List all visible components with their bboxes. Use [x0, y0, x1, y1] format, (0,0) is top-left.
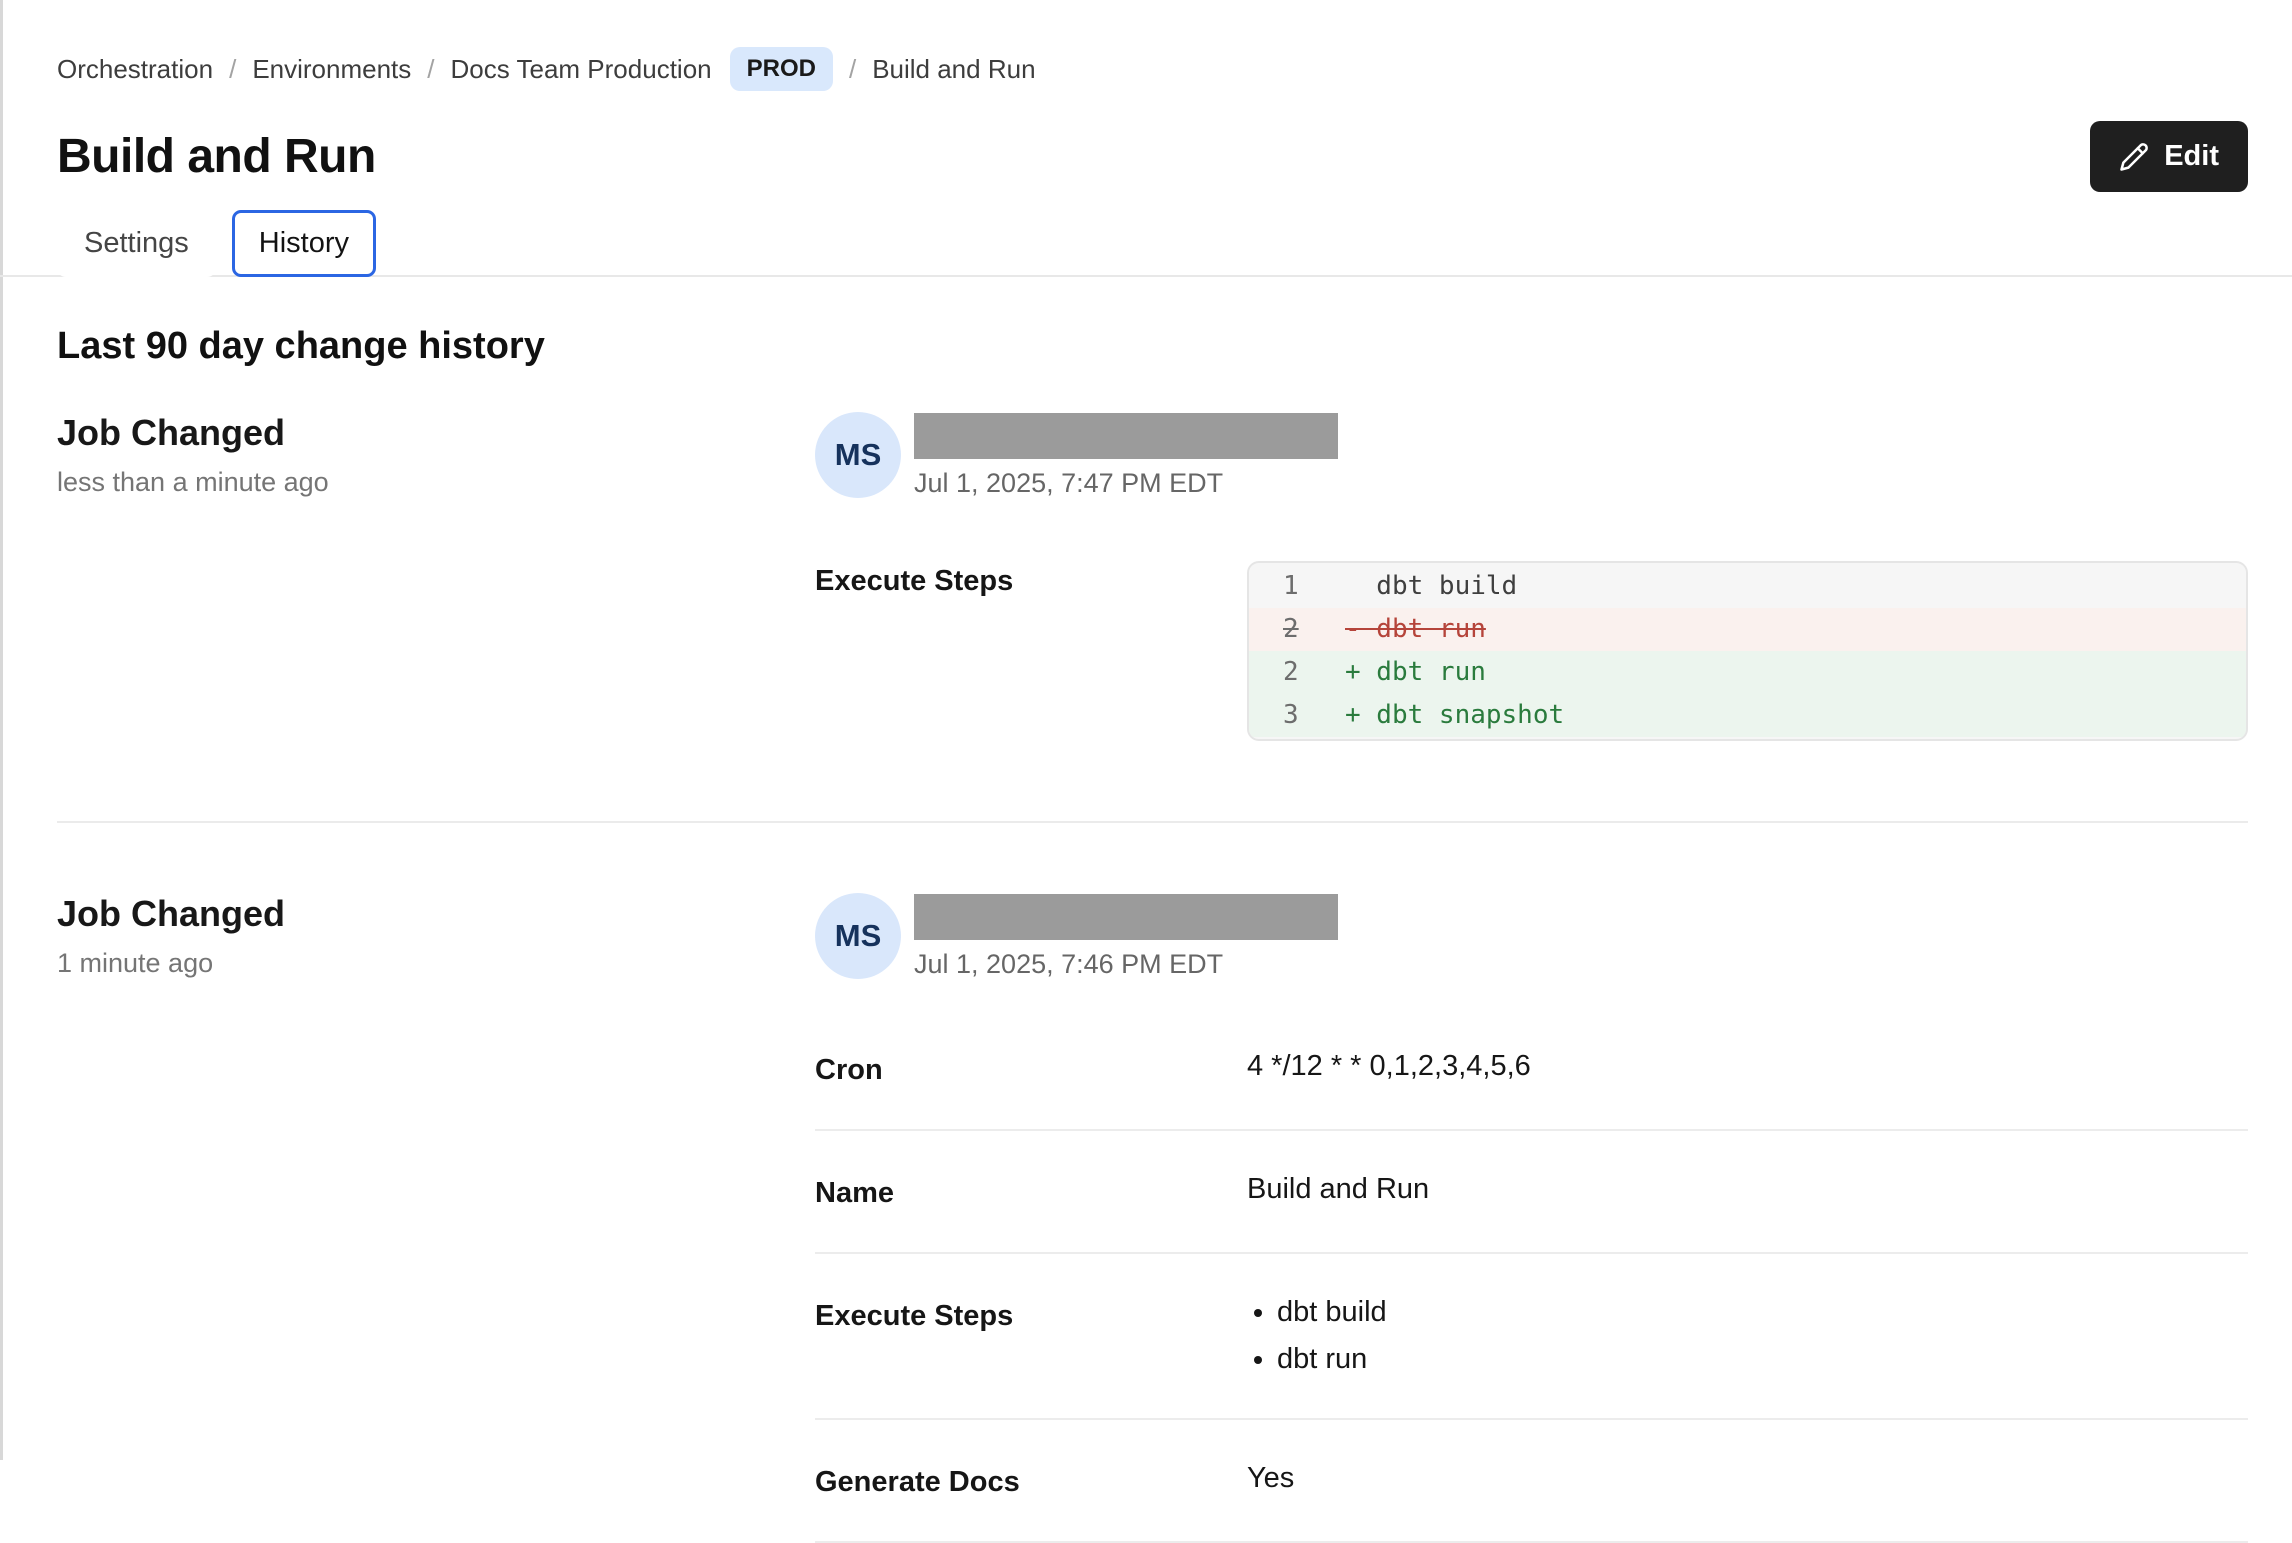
redacted-name-bar — [914, 413, 1338, 459]
entry-detail: MSJul 1, 2025, 7:47 PM EDTExecute Steps1… — [815, 412, 2248, 741]
history-entry: Job Changed less than a minute agoMS Jul 1… — [57, 412, 2248, 741]
pencil-icon — [2119, 142, 2149, 172]
edit-button-label: Edit — [2164, 140, 2219, 173]
diff-line-number: 2 — [1283, 651, 1345, 694]
event-timestamp: Jul 1, 2025, 7:47 PM EDT — [914, 468, 1338, 499]
breadcrumb-separator: / — [427, 54, 434, 85]
event-title: Job Changed — [57, 893, 815, 935]
event-time-ago: 1 minute ago — [57, 948, 815, 979]
detail-row: Cron4 */12 * * 0,1,2,3,4,5,6 — [815, 1050, 2248, 1131]
field-value: Yes — [1247, 1462, 1294, 1499]
diff-line-code: dbt build — [1345, 571, 1517, 601]
event-time-ago: less than a minute ago — [57, 467, 815, 498]
edit-button[interactable]: Edit — [2090, 121, 2248, 192]
entry-summary: Job Changed 1 minute ago — [57, 893, 815, 1543]
field-value: dbt build dbt run — [1247, 1296, 1387, 1376]
breadcrumb-item-docs-team-production[interactable]: Docs Team Production — [451, 54, 712, 85]
tab-bar: SettingsHistory — [57, 210, 2248, 277]
environment-badge: PROD — [730, 47, 833, 91]
event-title: Job Changed — [57, 412, 815, 454]
breadcrumb-item-environments[interactable]: Environments — [252, 54, 411, 85]
breadcrumb: Orchestration / Environments / Docs Team Pro… — [57, 47, 2248, 91]
page-title: Build and Run — [57, 129, 376, 184]
page-header: Build and Run Edit — [57, 121, 2248, 192]
diff-line-context: 1 dbt build — [1249, 565, 2246, 608]
detail-row: Generate DocsYes — [815, 1420, 2248, 1543]
entry-detail: MS Jul 1, 2025, 7:46 PM EDT Cron4 */12 * *… — [815, 893, 2248, 1543]
diff-line-number: 2 — [1283, 608, 1345, 651]
tab-history[interactable]: History — [232, 210, 376, 277]
diff-field-row: Execute Steps1 dbt build2- dbt run2+ dbt… — [815, 561, 2248, 741]
diff-line-code: + dbt snapshot — [1345, 700, 1564, 730]
avatar: MS — [815, 412, 901, 498]
breadcrumb-separator: / — [849, 54, 856, 85]
field-value: 4 */12 * * 0,1,2,3,4,5,6 — [1247, 1050, 1531, 1087]
field-label: Cron — [815, 1050, 1247, 1087]
diff-line-number: 1 — [1283, 565, 1345, 608]
field-value-list-item: dbt run — [1277, 1343, 1387, 1376]
diff-line-removed: 2- dbt run — [1249, 608, 2246, 651]
field-value: Build and Run — [1247, 1173, 1429, 1210]
breadcrumb-item-orchestration[interactable]: Orchestration — [57, 54, 213, 85]
field-label: Execute Steps — [815, 1296, 1247, 1376]
author-row: MS Jul 1, 2025, 7:46 PM EDT — [815, 893, 2248, 980]
field-value-list-item: dbt build — [1277, 1296, 1387, 1329]
execute-steps-diff: 1 dbt build2- dbt run2+ dbt run3+ dbt sn… — [1247, 561, 2248, 741]
field-label: Generate Docs — [815, 1462, 1247, 1499]
event-timestamp: Jul 1, 2025, 7:46 PM EDT — [914, 949, 1338, 980]
field-label: Execute Steps — [815, 561, 1247, 741]
tab-settings[interactable]: Settings — [57, 210, 216, 277]
field-label: Name — [815, 1173, 1247, 1210]
redacted-name-bar — [914, 894, 1338, 940]
history-entries: Job Changedless than a minute agoMSJul 1… — [57, 412, 2248, 1543]
author-meta: Jul 1, 2025, 7:46 PM EDT — [914, 893, 1338, 980]
history-entry: Job Changed 1 minute agoMS Jul 1, 2025, 7:… — [57, 893, 2248, 1543]
field-value-list: dbt build dbt run — [1247, 1296, 1387, 1376]
detail-row: NameBuild and Run — [815, 1131, 2248, 1254]
diff-line-added: 2+ dbt run — [1249, 651, 2246, 694]
diff-line-code: - dbt run — [1345, 614, 1486, 644]
breadcrumb-current: Build and Run — [872, 54, 1035, 85]
detail-row: Execute Steps dbt build dbt run — [815, 1254, 2248, 1420]
diff-line-added: 3+ dbt snapshot — [1249, 694, 2246, 737]
author-meta: Jul 1, 2025, 7:47 PM EDT — [914, 412, 1338, 499]
job-history-page: Orchestration / Environments / Docs Team Pro… — [0, 0, 2292, 1543]
entry-summary: Job Changed less than a minute ago — [57, 412, 815, 741]
section-heading: Last 90 day change history — [57, 325, 2248, 368]
change-details: Cron4 */12 * * 0,1,2,3,4,5,6NameBuild an… — [815, 1050, 2248, 1543]
author-row: MS Jul 1, 2025, 7:47 PM EDT — [815, 412, 2248, 499]
diff-line-number: 3 — [1283, 694, 1345, 737]
breadcrumb-separator: / — [229, 54, 236, 85]
entry-divider — [57, 821, 2248, 823]
avatar: MS — [815, 893, 901, 979]
diff-line-code: + dbt run — [1345, 657, 1486, 687]
